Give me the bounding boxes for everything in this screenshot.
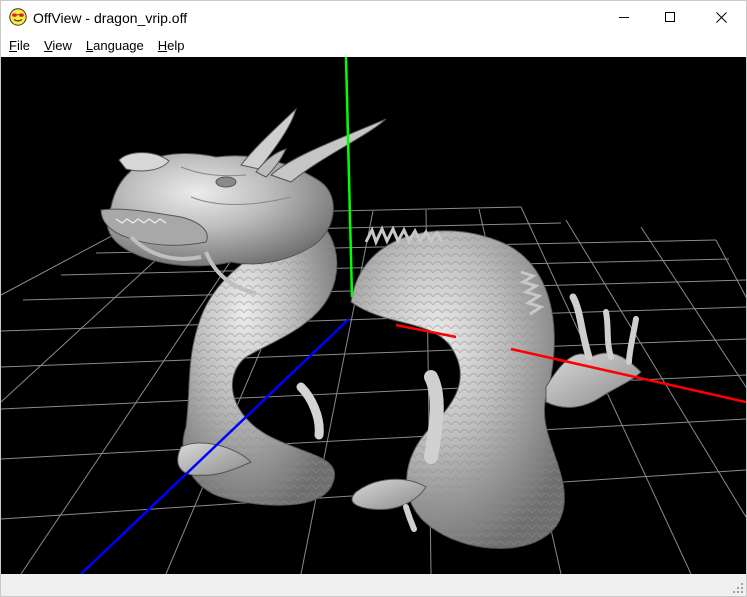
maximize-icon: [665, 12, 675, 22]
menu-bar: File View Language Help: [1, 34, 746, 56]
y-axis: [344, 57, 354, 298]
menu-file[interactable]: File: [2, 36, 37, 55]
menu-view[interactable]: View: [37, 36, 79, 55]
menu-file-accel: F: [9, 37, 17, 53]
status-bar: [1, 574, 746, 596]
app-window: OffView - dragon_vrip.off File View Lang…: [0, 0, 747, 597]
scene-canvas[interactable]: [1, 57, 746, 574]
menu-file-label: ile: [16, 37, 30, 53]
minimize-icon: [619, 17, 629, 18]
minimize-button[interactable]: [601, 1, 647, 33]
menu-language-label: anguage: [93, 37, 144, 53]
title-bar[interactable]: OffView - dragon_vrip.off: [1, 1, 746, 34]
smiley-sunglasses-icon[interactable]: [9, 8, 27, 26]
menu-help-label: elp: [167, 37, 185, 53]
menu-language[interactable]: Language: [79, 36, 151, 55]
resize-grip-icon[interactable]: [732, 582, 744, 594]
menu-help[interactable]: Help: [151, 36, 192, 55]
3d-viewport[interactable]: [1, 57, 746, 574]
dragon-model: [100, 107, 642, 549]
menu-view-label: iew: [52, 37, 72, 53]
close-button[interactable]: [698, 1, 744, 33]
close-icon: [715, 11, 727, 23]
maximize-button[interactable]: [647, 1, 693, 33]
window-title: OffView - dragon_vrip.off: [33, 10, 188, 26]
menu-help-accel: H: [157, 37, 168, 53]
